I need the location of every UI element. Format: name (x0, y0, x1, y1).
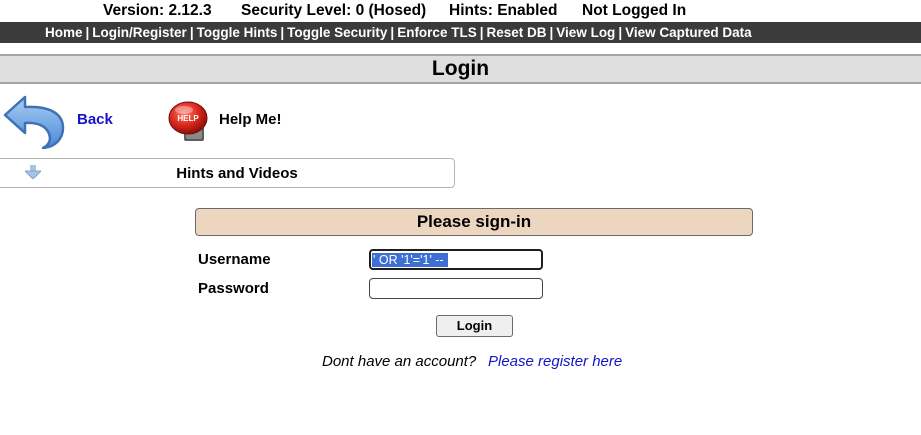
nav-view-log[interactable]: View Log (556, 25, 615, 40)
nav-login-register[interactable]: Login/Register (92, 25, 187, 40)
hints-and-videos-toggle[interactable]: Hints and Videos (0, 158, 455, 188)
username-input[interactable]: ' OR '1'='1' -- (369, 249, 543, 270)
hints-status-text: Hints: Enabled (449, 2, 558, 19)
nav-separator: | (280, 25, 285, 40)
nav-separator: | (618, 25, 623, 40)
nav-enforce-tls[interactable]: Enforce TLS (397, 25, 477, 40)
page-title: Login (0, 54, 921, 84)
login-button[interactable]: Login (436, 315, 513, 337)
nav-home[interactable]: Home (45, 25, 83, 40)
hints-and-videos-label: Hints and Videos (176, 165, 298, 182)
nav-reset-db[interactable]: Reset DB (486, 25, 546, 40)
login-status-text: Not Logged In (582, 2, 687, 19)
register-prompt: Dont have an account? (322, 353, 477, 370)
nav-toggle-security[interactable]: Toggle Security (287, 25, 387, 40)
help-me-link[interactable]: Help Me! (219, 111, 282, 128)
nav-separator: | (549, 25, 554, 40)
username-value: ' OR '1'='1' -- (372, 253, 448, 267)
help-icon-text: HELP (177, 114, 199, 123)
nav-separator: | (390, 25, 395, 40)
security-level-text: Security Level: 0 (Hosed) (241, 2, 427, 19)
nav-separator: | (189, 25, 194, 40)
sign-in-header: Please sign-in (195, 208, 753, 236)
register-link[interactable]: Please register here (488, 353, 622, 370)
version-text: Version: 2.12.3 (103, 2, 212, 19)
help-button-icon[interactable]: HELP (167, 99, 213, 143)
nav-view-captured-data[interactable]: View Captured Data (625, 25, 752, 40)
status-bar: Version: 2.12.3 Security Level: 0 (Hosed… (0, 0, 921, 22)
nav-bar: Home | Login/Register | Toggle Hints | Toggle … (0, 22, 921, 43)
nav-links: Home | Login/Register | Toggle Hints | Toggle … (45, 22, 752, 43)
nav-separator: | (85, 25, 90, 40)
back-arrow-icon[interactable] (3, 93, 65, 149)
password-input[interactable] (369, 278, 543, 299)
nav-toggle-hints[interactable]: Toggle Hints (197, 25, 278, 40)
username-label: Username (198, 251, 271, 268)
password-label: Password (198, 280, 269, 297)
back-link[interactable]: Back (77, 111, 113, 128)
